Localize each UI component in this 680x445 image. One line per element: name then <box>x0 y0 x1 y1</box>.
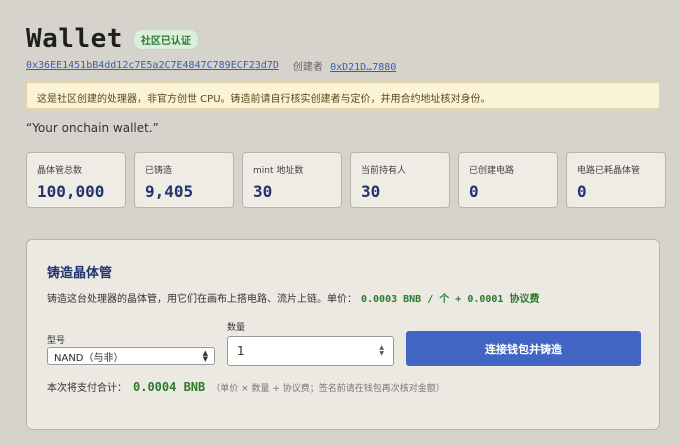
stepper-arrows-icon[interactable]: ▲ ▼ <box>379 345 384 357</box>
creator-label: 创建者 <box>292 62 323 73</box>
community-warning: 这是社区创建的处理器，非官方创世 CPU。铸造前请自行核实创建者与定价，并用合约… <box>26 82 660 109</box>
mint-description: 铸造这台处理器的晶体管，用它们在画布上搭电路、流片上链。单价： 0.0003 B… <box>47 290 539 305</box>
stat-card-circuits-created: 已创建电路 0 <box>458 152 558 208</box>
stat-card-total-transistors: 晶体管总数 100,000 <box>26 152 126 208</box>
meta-row: 0x36EE1451bB4dd12c7E5a2C7E4847C789ECF23d… <box>26 58 396 73</box>
model-selected-value: NAND（与非） <box>54 352 124 364</box>
model-select[interactable]: NAND（与非） ▲ ▼ <box>47 347 215 365</box>
model-label: 型号 <box>47 336 66 346</box>
stat-label: 已创建电路 <box>469 166 515 176</box>
header: Wallet 社区已认证 <box>26 24 199 54</box>
connect-wallet-mint-button[interactable]: 连接钱包并铸造 <box>406 331 641 366</box>
unit-price: 0.0003 BNB / 个 + 0.0001 协议费 <box>361 294 540 305</box>
stat-value: 9,405 <box>145 182 194 201</box>
quantity-value: 1 <box>237 344 245 358</box>
total-hint: （单价 × 数量 + 协议费；签名前请在钱包再次核对金额） <box>211 384 445 394</box>
stat-value: 30 <box>253 182 273 201</box>
total-label: 本次将支付合计： <box>47 383 127 394</box>
verified-badge: 社区已认证 <box>132 28 199 50</box>
mint-description-text: 铸造这台处理器的晶体管，用它们在画布上搭电路、流片上链。单价： <box>47 294 357 305</box>
select-arrows-icon: ▲ ▼ <box>202 349 208 363</box>
stat-card-minted: 已铸造 9,405 <box>134 152 234 208</box>
stat-label: 已铸造 <box>145 166 173 176</box>
stats-row: 晶体管总数 100,000 已铸造 9,405 mint 地址数 30 当前持有… <box>26 152 666 208</box>
tagline: “Your onchain wallet.” <box>26 121 159 135</box>
stat-value: 0 <box>469 182 479 201</box>
mint-panel: 铸造晶体管 铸造这台处理器的晶体管，用它们在画布上搭电路、流片上链。单价： 0.… <box>26 239 660 430</box>
contract-address-link[interactable]: 0x36EE1451bB4dd12c7E5a2C7E4847C789ECF23d… <box>26 60 279 71</box>
quantity-stepper[interactable]: 1 ▲ ▼ <box>227 336 394 366</box>
mint-panel-title: 铸造晶体管 <box>47 266 113 281</box>
total-amount: 0.0004 BNB <box>133 380 206 394</box>
stat-value: 0 <box>577 182 587 201</box>
stat-label: 当前持有人 <box>361 166 407 176</box>
stat-card-circuit-transistors-used: 电路已耗晶体管 0 <box>566 152 666 208</box>
stat-value: 100,000 <box>37 182 105 201</box>
page-title: Wallet <box>26 24 123 54</box>
quantity-label: 数量 <box>227 323 246 333</box>
stat-label: 电路已耗晶体管 <box>577 166 641 176</box>
stat-card-holders: 当前持有人 30 <box>350 152 450 208</box>
stat-value: 30 <box>361 182 381 201</box>
total-payment: 本次将支付合计： 0.0004 BNB （单价 × 数量 + 协议费；签名前请在… <box>47 379 445 394</box>
stat-label: 晶体管总数 <box>37 166 83 176</box>
stat-card-mint-addresses: mint 地址数 30 <box>242 152 342 208</box>
creator-address-link[interactable]: 0xD21D…7880 <box>330 62 396 73</box>
stat-label: mint 地址数 <box>253 166 304 176</box>
